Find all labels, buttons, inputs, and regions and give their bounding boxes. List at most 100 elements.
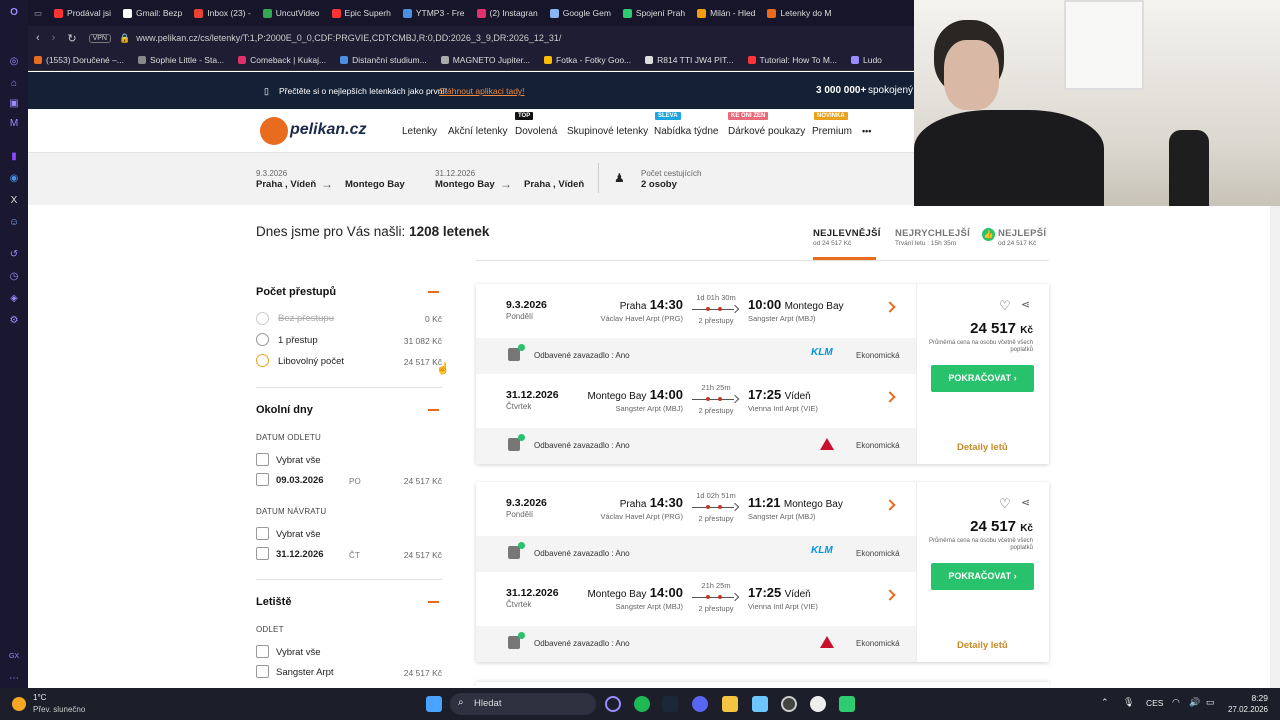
bookmark[interactable]: Distanční studium... (334, 55, 433, 65)
vpn-badge[interactable]: VPN (88, 33, 111, 43)
tab-active[interactable]: Letenky do M (761, 0, 837, 26)
wifi-icon[interactable]: ◠ (1172, 697, 1180, 708)
outbound-segment[interactable]: 9.3.2026 Pondělí Praha 14:30 Václav Havel… (476, 482, 916, 536)
sidebar-clock-icon[interactable]: ◷ (7, 270, 21, 284)
sidebar-bag-icon[interactable]: ⌂ (7, 77, 21, 91)
sidebar-more-icon[interactable]: ⋯ (7, 672, 21, 686)
filter-airports-title[interactable]: Letiště (256, 596, 291, 608)
spotify-icon[interactable] (634, 696, 650, 712)
outbound-segment[interactable]: 9.3.2026 Pondělí Praha 14:30 Václav Havel… (476, 284, 916, 338)
pelikan-logo-icon[interactable] (260, 117, 288, 145)
discord-icon[interactable]: ☺ (7, 216, 21, 230)
tab[interactable]: YTMP3 - Fre (397, 0, 471, 26)
sort-fastest[interactable]: NEJRYCHLEJŠÍ (895, 228, 970, 239)
nav-letenky[interactable]: Letenky (402, 126, 437, 137)
flight-card[interactable]: 9.3.2026 Pondělí Praha 14:30 Václav Havel… (476, 482, 1049, 662)
sort-best[interactable]: NEJLEPŠÍ (998, 228, 1046, 239)
tab[interactable]: (2) Instagran (471, 0, 544, 26)
tab[interactable]: Milán - Hled (691, 0, 761, 26)
sidebar-messages-icon[interactable]: ▣ (7, 97, 21, 111)
bookmark[interactable]: Ludo (845, 55, 888, 65)
radio-no-stop[interactable] (256, 312, 269, 325)
heart-icon[interactable]: ♡ (999, 298, 1011, 314)
heart-icon[interactable]: ♡ (999, 496, 1011, 512)
opera-gx-icon[interactable] (605, 696, 621, 712)
url-field[interactable]: www.pelikan.cz/cs/letenky/T:1,P:2000E_0_… (136, 33, 561, 43)
bookmark[interactable]: Tutorial: How To M... (742, 55, 843, 65)
continue-button[interactable]: POKRAČOVAT › (931, 365, 1034, 392)
chevron-right-icon[interactable] (884, 499, 896, 511)
x-icon[interactable]: X (7, 194, 21, 208)
checkbox-ret-date[interactable] (256, 547, 269, 560)
sidebar-cube-icon[interactable]: ◈ (7, 292, 21, 306)
promo-app-link[interactable]: Stáhnout aplikaci tady! (439, 86, 525, 96)
more-menu-icon[interactable]: ••• (862, 126, 871, 136)
collapse-icon[interactable] (428, 601, 439, 603)
opera-logo-icon[interactable]: O (7, 6, 21, 20)
flight-details-link[interactable]: Detaily letů (957, 640, 1008, 651)
windows-start-icon[interactable] (426, 696, 442, 712)
nav-dovolena[interactable]: Dovolená (515, 126, 557, 137)
language-indicator[interactable]: CES (1146, 698, 1163, 708)
filter-stops-title[interactable]: Počet přestupů (256, 286, 336, 298)
share-icon[interactable]: ⋖ (1021, 496, 1030, 509)
sidebar-settings-icon[interactable]: ⚙ (7, 314, 21, 328)
discord-taskbar-icon[interactable] (692, 696, 708, 712)
bookmark[interactable]: MAGNETO Jupiter... (435, 55, 536, 65)
return-segment[interactable]: 31.12.2026 Čtvrtek Montego Bay 14:00 Sang… (476, 572, 916, 626)
nav-akcni-letenky[interactable]: Akční letenky (448, 126, 507, 137)
tab[interactable]: Inbox (23) - (188, 0, 256, 26)
taskbar-search[interactable]: ⌕ Hledat (450, 693, 596, 715)
tray-chevron-icon[interactable]: ⌃ (1101, 697, 1109, 708)
checkbox-airport-all[interactable] (256, 645, 269, 658)
sidebar-history-icon[interactable]: ↺ (7, 248, 21, 262)
scrollbar[interactable] (1270, 206, 1280, 688)
sidebar-ai-icon[interactable]: ◎ (7, 55, 21, 69)
back-icon[interactable]: ‹ (36, 32, 40, 44)
app-green-icon[interactable] (839, 696, 855, 712)
steam-icon[interactable] (662, 696, 678, 712)
bookmark[interactable]: R814 TTI JW4 PIT... (639, 55, 739, 65)
checkbox-airport[interactable] (256, 665, 269, 678)
tab-switcher-icon[interactable]: ▭ (28, 0, 48, 26)
volume-icon[interactable]: 🔊 (1189, 697, 1200, 708)
chevron-right-icon[interactable] (884, 301, 896, 313)
microphone-icon[interactable]: 🎙 (1123, 697, 1134, 708)
file-explorer-icon[interactable] (722, 696, 738, 712)
tab[interactable]: Prodával jsi (48, 0, 117, 26)
tab[interactable]: Epic Superh (326, 0, 397, 26)
bookmark[interactable]: (1553) Doručené –... (28, 55, 130, 65)
tab[interactable]: Google Gem (544, 0, 617, 26)
forward-icon[interactable]: › (52, 32, 56, 44)
return-segment[interactable]: 31.12.2026 Čtvrtek Montego Bay 14:00 Sang… (476, 374, 916, 428)
tab[interactable]: UncutVideo (257, 0, 326, 26)
notepad-icon[interactable] (752, 696, 768, 712)
checkbox-dep-all[interactable] (256, 453, 269, 466)
nav-skupinove[interactable]: Skupinové letenky (567, 126, 648, 137)
sort-cheapest[interactable]: NEJLEVNĚJŠÍ (813, 228, 881, 239)
sidebar-mail-icon[interactable]: M (7, 117, 21, 131)
checkbox-dep-date[interactable] (256, 473, 269, 486)
radio-any-stops[interactable] (256, 354, 269, 367)
flight-card[interactable]: 9.3.2026 Pondělí Praha 14:30 Václav Havel… (476, 284, 1049, 464)
nav-darkove-poukazy[interactable]: Dárkové poukazy (728, 126, 805, 137)
tab[interactable]: Spojení Prah (617, 0, 691, 26)
collapse-icon[interactable] (428, 291, 439, 293)
bookmark[interactable]: Fotka - Fotky Goo... (538, 55, 637, 65)
nav-premium[interactable]: Premium (812, 126, 852, 137)
app-icon[interactable] (781, 696, 797, 712)
logo-text[interactable]: pelikan.cz (290, 121, 366, 139)
continue-button[interactable]: POKRAČOVAT › (931, 563, 1034, 590)
checkbox-ret-all[interactable] (256, 527, 269, 540)
settings-icon[interactable] (810, 696, 826, 712)
tab[interactable]: Gmail: Bezp (117, 0, 188, 26)
battery-icon[interactable]: ▭ (1206, 697, 1215, 708)
bookmark[interactable]: Sophie Little - Sta... (132, 55, 230, 65)
messenger-icon[interactable]: ◉ (7, 172, 21, 186)
chevron-right-icon[interactable] (884, 391, 896, 403)
collapse-icon[interactable] (428, 409, 439, 411)
filter-days-title[interactable]: Okolní dny (256, 404, 313, 416)
share-icon[interactable]: ⋖ (1021, 298, 1030, 311)
twitch-icon[interactable]: ▮ (7, 150, 21, 164)
bookmark[interactable]: Comeback | Kukaj... (232, 55, 332, 65)
